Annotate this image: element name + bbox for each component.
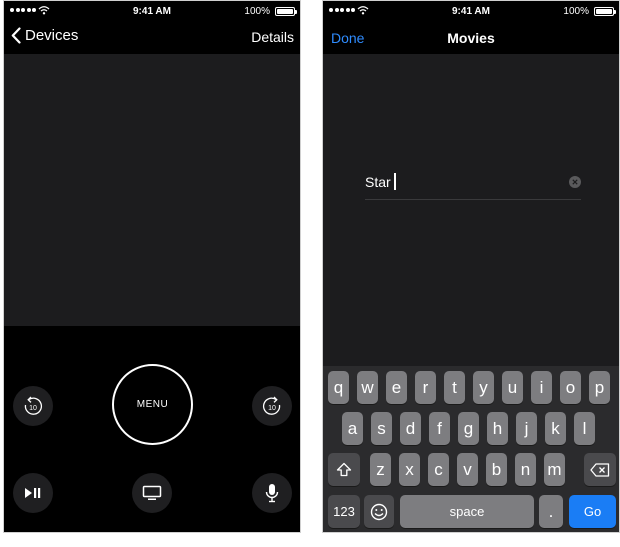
status-bar: 9:41 AM 100% [323, 1, 619, 21]
key-w[interactable]: w [357, 371, 378, 404]
keyboard: q w e r t y u i o p a s d f g h j k l z … [323, 366, 619, 532]
clear-button[interactable] [569, 176, 581, 188]
touch-surface[interactable] [4, 54, 300, 326]
status-bar: 9:41 AM 100% [4, 1, 300, 21]
battery-icon [594, 7, 616, 16]
play-pause-icon [25, 488, 41, 498]
key-g[interactable]: g [458, 412, 479, 445]
key-x[interactable]: x [399, 453, 420, 486]
skip-forward-button[interactable]: 10 [252, 386, 292, 426]
key-e[interactable]: e [386, 371, 407, 404]
go-key[interactable]: Go [569, 495, 616, 528]
microphone-icon [265, 484, 279, 503]
battery-icon [275, 7, 297, 16]
key-h[interactable]: h [487, 412, 508, 445]
skip-forward-10-icon: 10 [263, 396, 281, 415]
skip-forward-label: 10 [268, 405, 276, 412]
shift-key[interactable] [328, 453, 360, 486]
key-j[interactable]: j [516, 412, 537, 445]
key-i[interactable]: i [531, 371, 552, 404]
key-o[interactable]: o [560, 371, 581, 404]
text-cursor [394, 173, 396, 190]
remote-screen: 9:41 AM 100% Devices Details 10 MENU 10 [3, 0, 301, 533]
back-button[interactable]: Devices [11, 27, 78, 44]
emoji-key[interactable] [364, 495, 394, 528]
key-d[interactable]: d [400, 412, 421, 445]
key-t[interactable]: t [444, 371, 465, 404]
key-k[interactable]: k [545, 412, 566, 445]
skip-back-button[interactable]: 10 [13, 386, 53, 426]
delete-key[interactable] [584, 453, 616, 486]
key-c[interactable]: c [428, 453, 449, 486]
back-button-label: Devices [25, 27, 79, 44]
numbers-key[interactable]: 123 [328, 495, 360, 528]
search-area [323, 54, 619, 366]
backspace-icon [590, 462, 610, 477]
key-n[interactable]: n [515, 453, 536, 486]
key-f[interactable]: f [429, 412, 450, 445]
tv-home-button[interactable] [132, 473, 172, 513]
menu-button[interactable]: MENU [112, 364, 193, 445]
siri-microphone-button[interactable] [252, 473, 292, 513]
navigation-bar: Devices Details [4, 21, 300, 54]
page-title: Movies [447, 30, 495, 46]
tv-icon [142, 485, 162, 500]
space-key[interactable]: space [400, 495, 534, 528]
key-a[interactable]: a [342, 412, 363, 445]
key-s[interactable]: s [371, 412, 392, 445]
key-b[interactable]: b [486, 453, 507, 486]
battery-percentage: 100% [563, 6, 589, 17]
chevron-left-icon [11, 27, 21, 44]
key-u[interactable]: u [502, 371, 523, 404]
key-q[interactable]: q [328, 371, 349, 404]
key-v[interactable]: v [457, 453, 478, 486]
emoji-icon [370, 503, 388, 520]
skip-back-label: 10 [29, 405, 37, 412]
battery-percentage: 100% [244, 6, 270, 17]
navigation-bar: Done Movies [323, 21, 619, 54]
search-screen: 9:41 AM 100% Done Movies q w e r t y u i… [322, 0, 620, 533]
clear-x-icon [572, 179, 578, 185]
remote-controls: 10 MENU 10 [4, 326, 300, 532]
key-z[interactable]: z [370, 453, 391, 486]
key-r[interactable]: r [415, 371, 436, 404]
period-key[interactable]: . [539, 495, 563, 528]
key-l[interactable]: l [574, 412, 595, 445]
details-button[interactable]: Details [251, 29, 294, 45]
skip-back-10-icon: 10 [24, 396, 42, 415]
key-p[interactable]: p [589, 371, 610, 404]
key-m[interactable]: m [544, 453, 565, 486]
play-pause-button[interactable] [13, 473, 53, 513]
search-field [365, 166, 581, 200]
shift-arrow-icon [336, 462, 352, 477]
key-y[interactable]: y [473, 371, 494, 404]
